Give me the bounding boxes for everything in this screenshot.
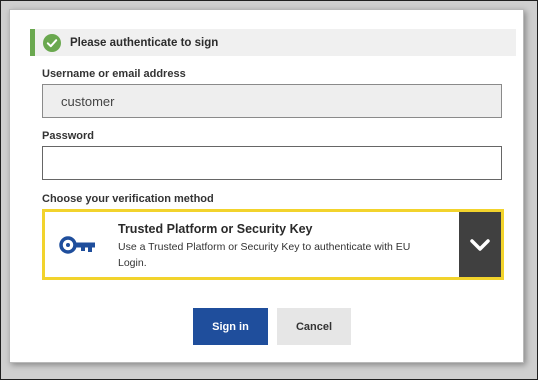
- verification-method-toggle[interactable]: [459, 212, 501, 277]
- verification-method-title: Trusted Platform or Security Key: [118, 222, 313, 236]
- sign-in-button[interactable]: Sign in: [193, 308, 268, 345]
- password-field[interactable]: [42, 146, 502, 180]
- chevron-down-icon: [469, 238, 491, 252]
- username-label: Username or email address: [42, 68, 186, 80]
- verification-method-selector[interactable]: Trusted Platform or Security Key Use a T…: [42, 209, 504, 280]
- check-circle-icon: [43, 33, 61, 52]
- cancel-button[interactable]: Cancel: [277, 308, 351, 345]
- alert-message: Please authenticate to sign: [70, 36, 219, 49]
- username-field[interactable]: [42, 84, 502, 118]
- key-icon: [45, 212, 113, 277]
- verification-method-label: Choose your verification method: [42, 193, 214, 205]
- password-label: Password: [42, 130, 94, 142]
- sign-dialog: Please authenticate to sign Username or …: [9, 9, 524, 363]
- verification-method-description: Use a Trusted Platform or Security Key t…: [118, 241, 411, 269]
- info-alert: Please authenticate to sign: [30, 29, 516, 56]
- verification-method-info: Trusted Platform or Security Key Use a T…: [113, 212, 459, 277]
- window-frame: Please authenticate to sign Username or …: [0, 0, 538, 380]
